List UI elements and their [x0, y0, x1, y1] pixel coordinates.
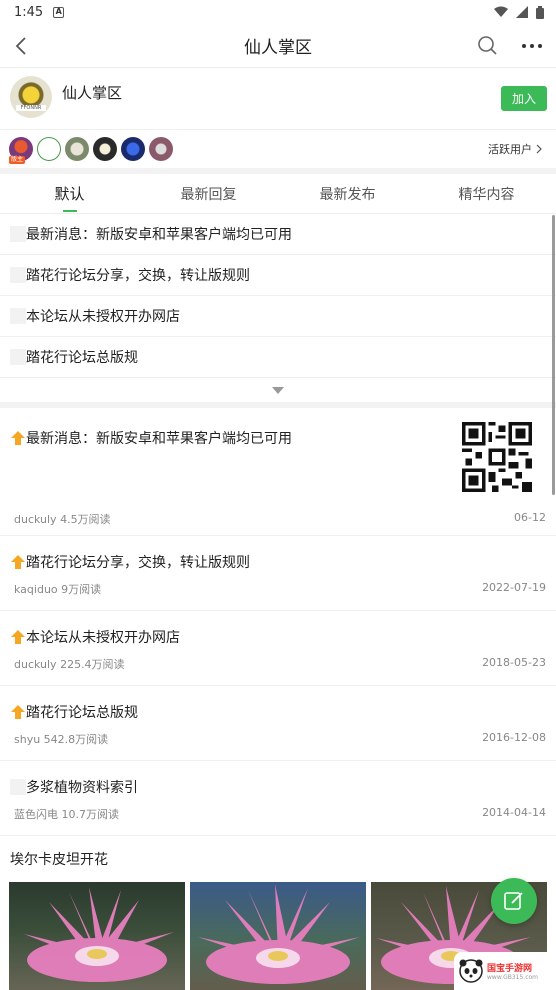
edit-icon [504, 892, 523, 910]
search-button[interactable] [476, 34, 500, 58]
dot-icon [530, 44, 534, 48]
moderator-badge: 版主 [9, 156, 26, 164]
page-title: 仙人掌区 [244, 38, 312, 58]
placeholder-icon [10, 779, 26, 795]
placeholder-icon [10, 267, 26, 283]
forum-header: FFONNR 仙人掌区 加入 [0, 68, 556, 130]
user-avatar[interactable] [149, 137, 173, 161]
tab-label: 精华内容 [458, 186, 515, 203]
post-title: 本论坛从未授权开办网店 [26, 630, 180, 646]
forum-logo: FFONNR [10, 76, 52, 118]
user-avatar[interactable] [37, 137, 61, 161]
tab-label: 最新回复 [180, 186, 237, 203]
post-date: 2022-07-19 [482, 581, 546, 594]
cactus-flower-photo[interactable] [9, 882, 185, 990]
post-meta: duckuly 225.4万阅读 [14, 658, 125, 671]
post-item[interactable]: 多浆植物资料索引 蓝色闪电 10.7万阅读 2014-04-14 [0, 761, 556, 836]
user-avatar[interactable] [93, 137, 117, 161]
active-users-label: 活跃用户 [488, 143, 532, 156]
user-avatar[interactable]: 版主 [9, 137, 33, 164]
tab-label: 最新发布 [319, 186, 376, 203]
post-date: 2016-12-08 [482, 731, 546, 744]
tab-bar: 默认 最新回复 最新发布 精华内容 [0, 174, 556, 214]
wifi-icon [494, 6, 508, 17]
dot-icon [538, 44, 542, 48]
watermark-logo: 国宝手游网 www.GB315.com [454, 952, 556, 990]
panda-icon [459, 959, 483, 983]
tab-latest-reply[interactable]: 最新回复 [139, 174, 278, 213]
post-item[interactable]: 本论坛从未授权开办网店 duckuly 225.4万阅读 2018-05-23 [0, 611, 556, 686]
photo-post-title: 埃尔卡皮坦开花 [10, 852, 108, 868]
user-avatar[interactable] [65, 137, 89, 161]
placeholder-icon [10, 308, 26, 324]
tab-active-indicator [62, 210, 77, 212]
pinned-item[interactable]: 最新消息：新版安卓和苹果客户端均已可用 [0, 214, 556, 255]
post-title: 踏花行论坛分享，交换，转让版规则 [26, 555, 250, 571]
chevron-left-icon [15, 37, 26, 55]
post-date: 2014-04-14 [482, 806, 546, 819]
pinned-item[interactable]: 本论坛从未授权开办网店 [0, 296, 556, 337]
back-button[interactable] [8, 33, 34, 59]
post-item[interactable]: 踏花行论坛总版规 shyu 542.8万阅读 2016-12-08 [0, 686, 556, 761]
chevron-right-icon [536, 144, 542, 154]
post-title: 最新消息：新版安卓和苹果客户端均已可用 [26, 431, 292, 447]
post-meta: shyu 542.8万阅读 [14, 733, 109, 746]
active-users-strip: 版主 活跃用户 [0, 130, 556, 174]
post-title: 多浆植物资料索引 [26, 780, 138, 796]
post-meta: kaqiduo 9万阅读 [14, 583, 102, 596]
up-arrow-icon [11, 630, 25, 644]
notification-a-icon: A [53, 6, 65, 18]
post-date: 06-12 [514, 511, 546, 524]
post-meta: duckuly 4.5万阅读 [14, 513, 111, 526]
tab-default[interactable]: 默认 [0, 174, 139, 213]
up-arrow-icon [11, 431, 25, 445]
flower-image [24, 887, 174, 982]
tab-latest-post[interactable]: 最新发布 [278, 174, 417, 213]
watermark-text: 国宝手游网 [487, 964, 533, 974]
flower-image [198, 884, 360, 984]
placeholder-icon [10, 349, 26, 365]
battery-icon [536, 5, 544, 19]
pinned-item[interactable]: 踏花行论坛总版规 [0, 337, 556, 378]
collapse-toggle[interactable] [0, 378, 556, 402]
tab-featured[interactable]: 精华内容 [417, 174, 556, 213]
pinned-title: 踏花行论坛分享，交换，转让版规则 [26, 268, 250, 284]
up-arrow-icon [11, 555, 25, 569]
forum-logo-text: FFONNR [16, 105, 46, 111]
search-icon [478, 36, 497, 55]
forum-name: 仙人掌区 [62, 84, 123, 102]
post-date: 2018-05-23 [482, 656, 546, 669]
status-time: 1:45 [14, 4, 44, 20]
signal-icon [516, 6, 528, 18]
pinned-list: 最新消息：新版安卓和苹果客户端均已可用 踏花行论坛分享，交换，转让版规则 本论坛… [0, 214, 556, 408]
active-users-link[interactable]: 活跃用户 [488, 141, 542, 157]
join-button[interactable]: 加入 [501, 86, 547, 111]
compose-button[interactable] [491, 878, 537, 924]
pinned-title: 本论坛从未授权开办网店 [26, 309, 180, 325]
post-item[interactable]: 踏花行论坛分享，交换，转让版规则 kaqiduo 9万阅读 2022-07-19 [0, 536, 556, 611]
tab-label: 默认 [54, 185, 85, 203]
cactus-flower-photo[interactable] [190, 882, 366, 990]
watermark-url: www.GB315.com [487, 974, 539, 981]
post-item[interactable]: 最新消息：新版安卓和苹果客户端均已可用 duckuly 4.5万阅读 06-12 [0, 408, 556, 536]
placeholder-icon [10, 226, 26, 242]
triangle-down-icon [272, 386, 284, 394]
pinned-item[interactable]: 踏花行论坛分享，交换，转让版规则 [0, 255, 556, 296]
up-arrow-icon [11, 705, 25, 719]
more-options-button[interactable] [520, 34, 544, 58]
dot-icon [522, 44, 526, 48]
post-title: 踏花行论坛总版规 [26, 705, 138, 721]
user-avatar[interactable] [121, 137, 145, 161]
pinned-title: 踏花行论坛总版规 [26, 350, 138, 366]
app-bar: 仙人掌区 [0, 24, 556, 68]
pinned-title: 最新消息：新版安卓和苹果客户端均已可用 [26, 227, 292, 243]
status-bar: 1:45 A [0, 0, 556, 24]
qr-code-image [462, 422, 532, 492]
post-meta: 蓝色闪电 10.7万阅读 [14, 808, 119, 821]
